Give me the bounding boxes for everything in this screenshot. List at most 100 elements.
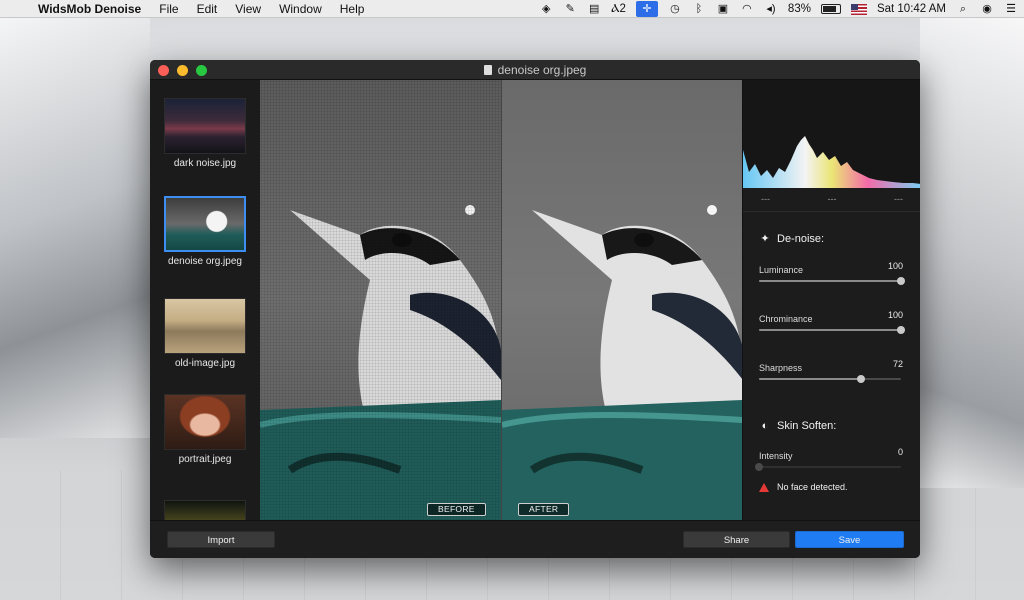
thumbnail-image[interactable] — [164, 298, 246, 354]
menu-view[interactable]: View — [235, 2, 261, 16]
denoise-title: De-noise: — [777, 233, 825, 245]
notification-center-icon[interactable]: ☰ — [1004, 3, 1018, 15]
menu-file[interactable]: File — [159, 2, 178, 16]
status-area: ◈ ✎ ▤ Ⲁ2 ✛ ◷ ᛒ ▣ ◠ ◂) 83% Sat 10:42 AM ⌕… — [539, 0, 1018, 18]
bluetooth-icon[interactable]: ᛒ — [692, 3, 706, 15]
desktop-wall-left — [0, 18, 150, 438]
bird-photo-after — [502, 205, 742, 520]
thumbnail-item[interactable]: dark noise.jpg — [150, 98, 260, 169]
sharpness-track[interactable] — [759, 375, 901, 383]
histogram-graph — [743, 136, 920, 188]
pinwheel-icon[interactable]: ✛ — [635, 1, 658, 17]
adjustment-panel: --- --- --- ✦ De-noise: Luminance 100 Ch… — [742, 80, 920, 520]
battery-icon[interactable] — [820, 4, 841, 14]
thumbnail-label: portrait.jpeg — [178, 454, 232, 465]
thumbnail-label: denoise org.jpeg — [168, 256, 242, 267]
app-window: denoise org.jpeg dark noise.jpg denoise … — [150, 60, 920, 558]
intensity-value: 0 — [897, 447, 903, 457]
document-icon — [483, 64, 492, 75]
warning-icon — [759, 482, 769, 492]
minimize-button[interactable] — [177, 65, 188, 76]
intensity-knob[interactable] — [755, 463, 763, 471]
notes-icon[interactable]: ▤ — [587, 3, 601, 15]
thumbnail-image[interactable] — [164, 500, 246, 520]
wifi-icon[interactable]: ◠ — [740, 3, 754, 15]
chrominance-track[interactable] — [759, 326, 905, 334]
bottom-bar: Import Share Save — [150, 520, 920, 558]
thumbnail-sidebar[interactable]: dark noise.jpg denoise org.jpeg old-imag… — [150, 80, 260, 520]
window-title: denoise org.jpeg — [497, 62, 587, 77]
title-bar[interactable]: denoise org.jpeg — [150, 60, 920, 80]
thumbnail-item[interactable]: old-image.jpg — [150, 298, 260, 369]
location-icon[interactable]: ◈ — [539, 3, 553, 15]
skin-drop-icon: ◐ — [761, 420, 769, 432]
adobe-icon[interactable]: Ⲁ2 — [611, 3, 626, 16]
noise-overlay — [260, 80, 501, 520]
share-button[interactable]: Share — [683, 531, 790, 548]
intensity-track[interactable] — [755, 463, 901, 471]
sharpness-fill — [759, 378, 862, 380]
menu-help[interactable]: Help — [340, 2, 365, 16]
luminance-slider[interactable]: Luminance 100 — [759, 260, 905, 285]
siri-icon[interactable]: ◉ — [980, 3, 994, 15]
skin-title: Skin Soften: — [777, 420, 837, 432]
menu-bar: WidsMob Denoise File Edit View Window He… — [0, 0, 1024, 18]
thumbnail-label: dark noise.jpg — [173, 158, 237, 169]
sharpness-label: Sharpness — [759, 363, 803, 373]
denoise-section-title: ✦ De-noise: — [759, 233, 824, 245]
zoom-button[interactable] — [196, 65, 207, 76]
after-pane[interactable] — [501, 80, 742, 520]
sharpness-value: 72 — [892, 359, 903, 369]
thumbnail-item[interactable] — [150, 500, 260, 520]
app-menu[interactable]: WidsMob Denoise — [38, 2, 141, 16]
chrominance-fill — [759, 329, 901, 331]
window-controls — [158, 65, 207, 76]
intensity-slider[interactable]: Intensity 0 — [755, 446, 903, 471]
menu-edit[interactable]: Edit — [197, 2, 218, 16]
time-machine-icon[interactable]: ◷ — [668, 3, 682, 15]
skin-section-title: ◐ Skin Soften: — [759, 420, 837, 432]
thumbnail-image[interactable] — [164, 98, 246, 154]
volume-icon[interactable]: ◂) — [764, 3, 778, 15]
wand-icon: ✦ — [760, 233, 770, 245]
before-pane[interactable] — [260, 80, 501, 520]
import-button[interactable]: Import — [167, 531, 275, 548]
no-face-warning: No face detected. — [759, 482, 848, 492]
desktop-wall-right — [920, 18, 1024, 488]
histogram — [743, 80, 920, 188]
thumbnail-image[interactable] — [164, 196, 246, 252]
luminance-knob[interactable] — [897, 277, 905, 285]
input-source-flag-icon[interactable] — [850, 3, 867, 15]
thumbnail-image[interactable] — [164, 394, 246, 450]
intensity-label: Intensity — [759, 451, 793, 461]
luminance-value: 100 — [887, 261, 903, 271]
chrominance-value: 100 — [887, 310, 903, 320]
after-label: AFTER — [518, 503, 570, 516]
luminance-track[interactable] — [759, 277, 905, 285]
save-button[interactable]: Save — [795, 531, 904, 548]
thumbnail-label: old-image.jpg — [174, 358, 236, 369]
readout-left: --- — [761, 194, 770, 204]
battery-percent[interactable]: 83% — [788, 3, 811, 15]
before-label: BEFORE — [427, 503, 486, 516]
evernote-icon[interactable]: ✎ — [563, 3, 577, 15]
chrominance-label: Chrominance — [759, 314, 813, 324]
adobe-count: 2 — [619, 2, 626, 15]
luminance-fill — [759, 280, 901, 282]
panel-divider — [743, 211, 920, 212]
histogram-readouts: --- --- --- — [743, 194, 920, 204]
display-icon[interactable]: ▣ — [716, 3, 730, 15]
thumbnail-item[interactable]: portrait.jpeg — [150, 394, 260, 465]
thumbnail-item-selected[interactable]: denoise org.jpeg — [150, 196, 260, 267]
chrominance-slider[interactable]: Chrominance 100 — [759, 309, 905, 334]
search-icon[interactable]: ⌕ — [956, 3, 970, 15]
menu-window[interactable]: Window — [279, 2, 322, 16]
compare-view[interactable]: BEFORE AFTER — [260, 80, 742, 520]
luminance-label: Luminance — [759, 265, 804, 275]
sharpness-slider[interactable]: Sharpness 72 — [759, 358, 903, 383]
chrominance-knob[interactable] — [897, 326, 905, 334]
clock[interactable]: Sat 10:42 AM — [877, 3, 946, 15]
close-button[interactable] — [158, 65, 169, 76]
sharpness-knob[interactable] — [857, 375, 866, 383]
readout-right: --- — [894, 194, 903, 204]
